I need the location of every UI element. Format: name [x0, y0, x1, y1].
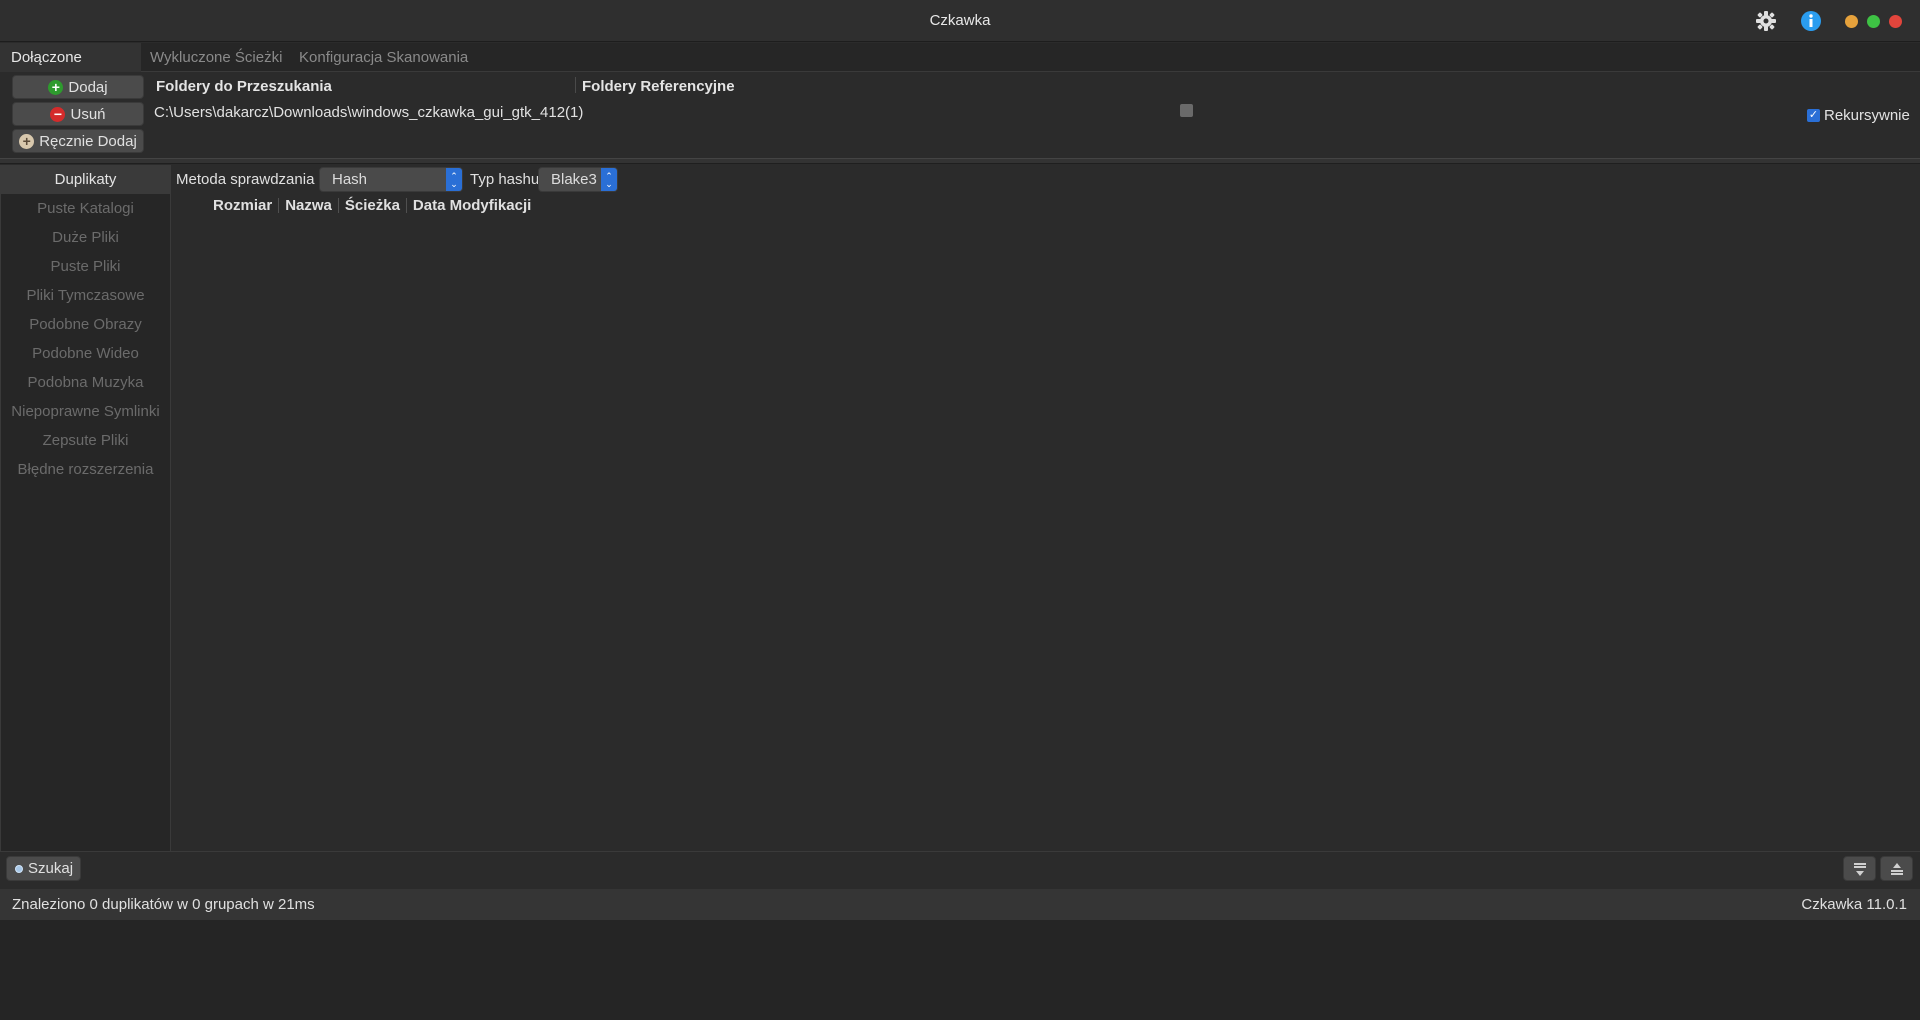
sidebar-item-empty-files[interactable]: Puste Pliki	[1, 252, 170, 281]
results-table-header: Rozmiar Nazwa Ścieżka Data Modyfikacji	[207, 197, 537, 214]
collapse-panel-icon	[1853, 862, 1866, 876]
pane-divider[interactable]	[0, 158, 1920, 164]
hash-type-select[interactable]: Blake3 ⌃ ⌄	[538, 167, 618, 192]
bottom-action-bar: Szukaj	[0, 851, 1920, 888]
plus-icon: +	[48, 79, 64, 95]
checkbox-checked-icon[interactable]: ✓	[1807, 109, 1820, 122]
plus-icon: +	[19, 133, 35, 149]
settings-gear-icon[interactable]	[1754, 9, 1778, 33]
sidebar-item-broken-files[interactable]: Zepsute Pliki	[1, 426, 170, 455]
column-separator	[575, 77, 576, 93]
sidebar-item-temporary-files[interactable]: Pliki Tymczasowe	[1, 281, 170, 310]
sidebar-item-similar-images[interactable]: Podobne Obrazy	[1, 310, 170, 339]
hash-type-label: Typ hashu	[470, 171, 540, 188]
tab-scan-configuration[interactable]: Konfiguracja Skanowania	[288, 43, 479, 72]
sidebar-item-invalid-symlinks[interactable]: Niepoprawne Symlinki	[1, 397, 170, 426]
reference-folder-checkbox[interactable]	[1180, 104, 1193, 117]
search-button-label: Szukaj	[28, 860, 74, 877]
remove-path-button[interactable]: − Usuń	[12, 102, 144, 126]
add-path-button[interactable]: + Dodaj	[12, 75, 144, 99]
column-header-path[interactable]: Ścieżka	[339, 197, 406, 214]
maximize-button[interactable]	[1867, 15, 1880, 28]
empty-text-panel	[0, 920, 1920, 1020]
show-text-view-button[interactable]	[1880, 856, 1913, 881]
manual-add-button[interactable]: + Ręcznie Dodaj	[12, 129, 144, 153]
check-method-value: Hash	[332, 171, 368, 188]
sidebar-item-big-files[interactable]: Duże Pliki	[1, 223, 170, 252]
tool-sidebar: Duplikaty Puste Katalogi Duże Pliki Pust…	[0, 165, 171, 851]
paths-notebook-tabs: Dołączone ścieżki Wykluczone Ścieżki Kon…	[0, 43, 1920, 95]
remove-path-label: Usuń	[70, 105, 106, 123]
results-area: Metoda sprawdzania Hash ⌃ ⌄ Typ hashu Bla…	[171, 165, 1920, 851]
window-title: Czkawka	[929, 12, 991, 29]
column-header-reference-folders[interactable]: Foldery Referencyjne	[582, 78, 735, 95]
column-header-name[interactable]: Nazwa	[279, 197, 338, 214]
column-header-size[interactable]: Rozmiar	[207, 197, 278, 214]
tab-excluded-paths[interactable]: Wykluczone Ścieżki	[139, 43, 293, 72]
add-path-label: Dodaj	[68, 78, 108, 96]
tab-included-paths[interactable]: Dołączone ścieżki	[0, 43, 141, 95]
hash-type-value: Blake3	[551, 171, 597, 188]
search-button[interactable]: Szukaj	[6, 856, 81, 881]
sidebar-item-similar-music[interactable]: Podobna Muzyka	[1, 368, 170, 397]
check-method-label: Metoda sprawdzania	[176, 171, 315, 188]
check-method-select[interactable]: Hash ⌃ ⌄	[319, 167, 463, 192]
recursive-toggle[interactable]: ✓ Rekursywnie	[1807, 107, 1910, 124]
sidebar-item-similar-videos[interactable]: Podobne Wideo	[1, 339, 170, 368]
minimize-button[interactable]	[1845, 15, 1858, 28]
info-icon[interactable]	[1799, 9, 1823, 33]
app-version: Czkawka 11.0.1	[1801, 896, 1907, 913]
sidebar-item-bad-extensions[interactable]: Błędne rozszerzenia	[1, 455, 170, 484]
sidebar-item-duplicates[interactable]: Duplikaty	[1, 165, 170, 194]
search-icon	[15, 864, 23, 873]
column-header-modified-date[interactable]: Data Modyfikacji	[407, 197, 537, 214]
title-bar: Czkawka	[0, 0, 1920, 42]
path-row[interactable]: C:\Users\dakarcz\Downloads\windows_czkaw…	[154, 104, 583, 121]
sidebar-item-empty-folders[interactable]: Puste Katalogi	[1, 194, 170, 223]
status-message: Znaleziono 0 duplikatów w 0 grupach w 21…	[12, 896, 315, 913]
hide-text-view-button[interactable]	[1843, 856, 1876, 881]
column-header-search-folders[interactable]: Foldery do Przeszukania	[156, 78, 332, 95]
manual-add-label: Ręcznie Dodaj	[39, 132, 137, 150]
minus-icon: −	[50, 106, 66, 122]
recursive-label: Rekursywnie	[1824, 107, 1910, 124]
status-bar: Znaleziono 0 duplikatów w 0 grupach w 21…	[0, 889, 1920, 920]
included-paths-panel: + Dodaj − Usuń + Ręcznie Dodaj Foldery d…	[0, 73, 1920, 157]
updown-chevron-icon: ⌃ ⌄	[446, 168, 462, 191]
updown-chevron-icon: ⌃ ⌄	[601, 168, 617, 191]
close-button[interactable]	[1889, 15, 1902, 28]
expand-panel-icon	[1890, 862, 1903, 875]
